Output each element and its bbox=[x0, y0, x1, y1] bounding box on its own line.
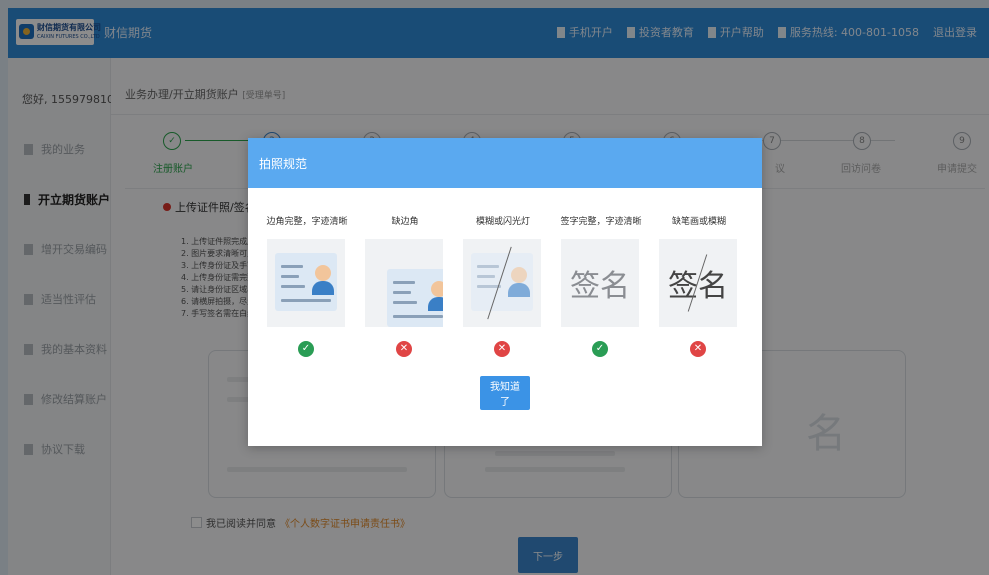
id-card-example-image bbox=[267, 239, 345, 327]
got-it-button[interactable]: 我知道了 bbox=[480, 376, 530, 410]
portrait-icon bbox=[315, 265, 331, 281]
portrait-icon bbox=[431, 281, 443, 297]
card-line bbox=[393, 291, 411, 294]
portrait-body bbox=[508, 283, 530, 297]
id-card-illustration bbox=[471, 253, 533, 311]
card-line bbox=[393, 301, 417, 304]
card-line bbox=[281, 265, 303, 268]
card-line bbox=[477, 275, 495, 278]
dialog-title: 拍照规范 bbox=[259, 157, 308, 171]
signature-example-image: 签名 bbox=[659, 239, 737, 327]
portrait-body bbox=[312, 281, 334, 295]
dialog-header: 拍照规范 bbox=[248, 138, 762, 188]
signature-example-image: 签名 bbox=[561, 239, 639, 327]
id-card-illustration bbox=[275, 253, 337, 311]
example-caption: 边角完整，字迹清晰 bbox=[266, 217, 348, 227]
id-card-example-image bbox=[463, 239, 541, 327]
card-line bbox=[393, 315, 443, 318]
card-line bbox=[281, 299, 331, 302]
card-line bbox=[477, 265, 499, 268]
card-line bbox=[393, 281, 415, 284]
id-card-illustration bbox=[387, 269, 443, 327]
card-line bbox=[281, 285, 305, 288]
example-caption: 缺笔画或模糊 bbox=[671, 217, 726, 227]
photo-guidelines-dialog: 拍照规范 边角完整，字迹清晰 ✓ 缺边角 ✕ 模糊或闪光灯 ✕ 签字完整，字迹清… bbox=[248, 138, 762, 446]
portrait-body bbox=[428, 297, 443, 311]
example-caption: 模糊或闪光灯 bbox=[475, 217, 530, 227]
check-icon: ✓ bbox=[298, 341, 314, 357]
card-line bbox=[281, 275, 299, 278]
cross-icon: ✕ bbox=[494, 341, 510, 357]
check-icon: ✓ bbox=[592, 341, 608, 357]
id-card-example-image bbox=[365, 239, 443, 327]
example-caption: 缺边角 bbox=[391, 217, 419, 227]
example-caption: 签字完整，字迹清晰 bbox=[560, 217, 642, 227]
cross-icon: ✕ bbox=[690, 341, 706, 357]
signature-text: 签名 bbox=[570, 269, 630, 304]
cross-icon: ✕ bbox=[396, 341, 412, 357]
portrait-icon bbox=[511, 267, 527, 283]
